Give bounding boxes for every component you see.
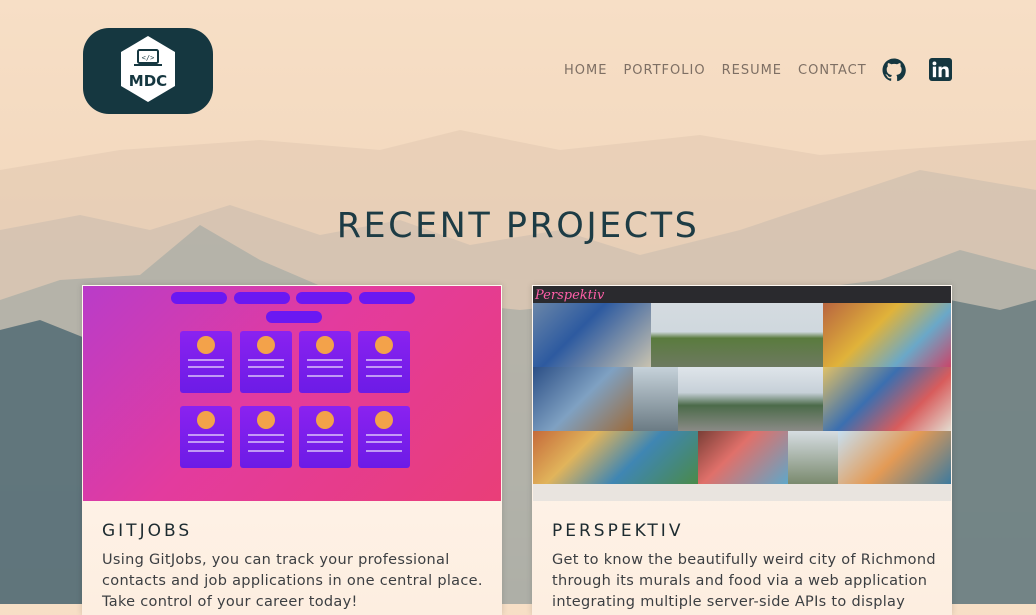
nav-home[interactable]: HOME xyxy=(564,63,607,78)
logo-text: MDC xyxy=(128,72,168,90)
project-card-gitjobs[interactable]: GITJOBS Using GitJobs, you can track you… xyxy=(82,285,502,615)
code-laptop-icon: </> xyxy=(121,36,175,102)
svg-text:</>: </> xyxy=(142,54,155,62)
nav-contact[interactable]: CONTACT xyxy=(798,63,867,78)
page-title: RECENT PROJECTS xyxy=(336,206,700,246)
perspektiv-screenshot[interactable]: Perspektiv xyxy=(533,286,951,501)
project-title: PERSPEKTIV xyxy=(552,521,684,541)
main-nav: HOME PORTFOLIO RESUME CONTACT xyxy=(564,63,883,78)
nav-resume[interactable]: RESUME xyxy=(722,63,782,78)
project-card-perspektiv[interactable]: Perspektiv PERSPEKTIV Get to know the be… xyxy=(532,285,952,615)
gitjobs-screenshot[interactable] xyxy=(83,286,501,501)
project-title: GITJOBS xyxy=(102,521,193,541)
github-icon[interactable] xyxy=(882,58,906,82)
linkedin-icon[interactable] xyxy=(929,58,952,81)
nav-portfolio[interactable]: PORTFOLIO xyxy=(623,63,705,78)
logo[interactable]: </> MDC xyxy=(83,28,213,114)
